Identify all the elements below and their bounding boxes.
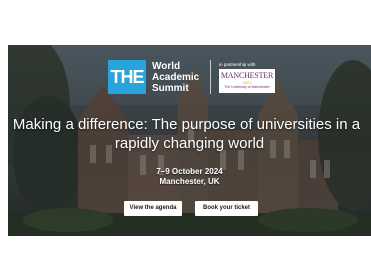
page-title: Making a difference: The purpose of univ… (8, 115, 371, 153)
event-location: Manchester, UK (159, 177, 220, 186)
summit-name-line: Academic (152, 71, 200, 83)
book-ticket-button[interactable]: Book your ticket (195, 201, 258, 216)
the-logo[interactable]: THE (108, 60, 146, 94)
brand-divider (210, 60, 211, 94)
event-info: 7–9 October 2024 Manchester, UK (8, 167, 371, 187)
summit-name-line: World (152, 60, 181, 72)
partner-label: in partnership with (219, 61, 256, 67)
manchester-wordmark: MANCHESTER (220, 71, 274, 80)
view-agenda-button[interactable]: View the agenda (124, 201, 182, 216)
headline-line-1: Making a difference: The purpose of univ… (12, 116, 361, 133)
university-of-manchester-logo[interactable]: MANCHESTER 1824 The University of Manche… (219, 68, 275, 93)
summit-name-line: Summit (152, 82, 189, 94)
summit-name: World Academic Summit (152, 61, 208, 94)
event-dates: 7–9 October 2024 (156, 167, 223, 176)
manchester-subtitle: The University of Manchester (224, 85, 270, 89)
headline-line-2: rapidly changing world (114, 135, 265, 152)
hero-banner: THE World Academic Summit in partnership… (8, 45, 371, 236)
partner-block: in partnership with MANCHESTER 1824 The … (219, 62, 275, 93)
page-frame: THE World Academic Summit in partnership… (0, 0, 371, 259)
brand-row: THE World Academic Summit in partnership… (108, 57, 275, 97)
